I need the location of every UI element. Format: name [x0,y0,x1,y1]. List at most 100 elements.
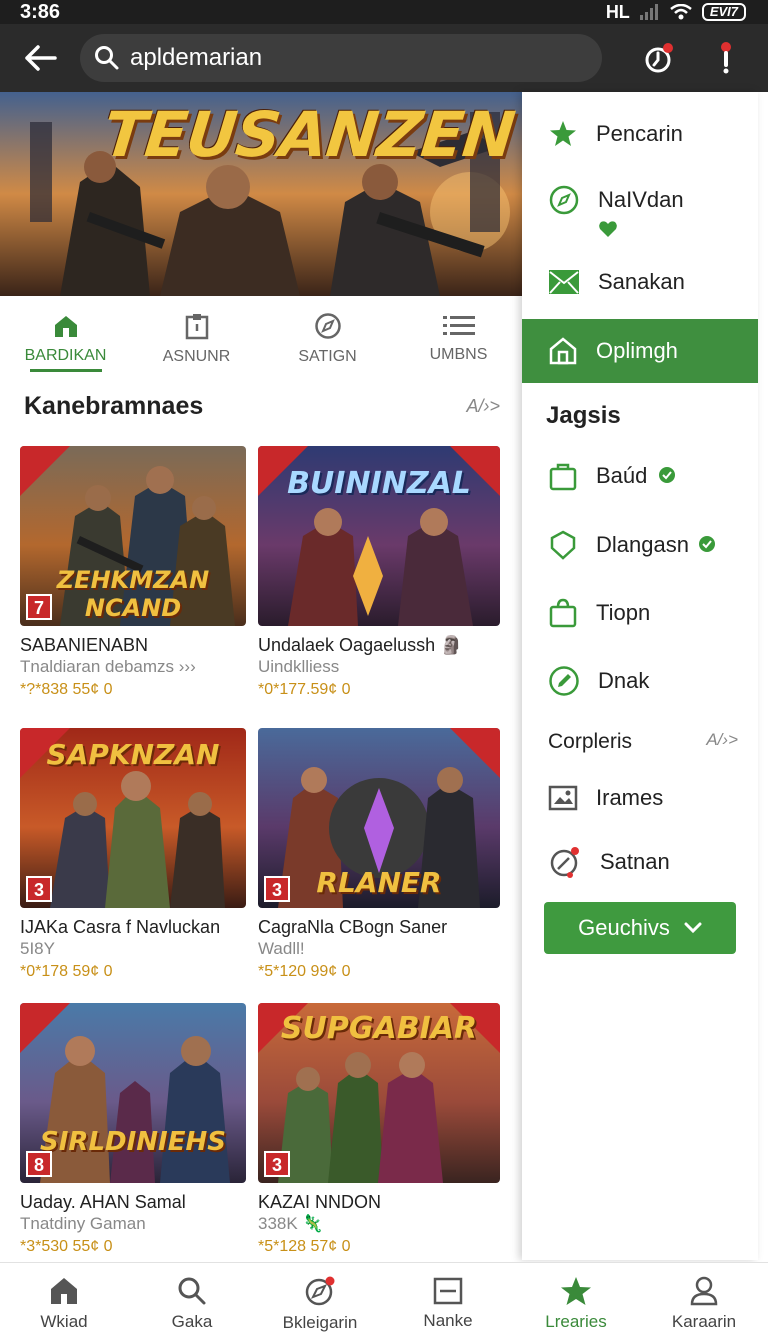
game-thumbnail: SAPKNZAN 3 [20,728,246,908]
signal-bars-icon [639,4,658,20]
home-icon [54,316,77,337]
alert-button[interactable] [706,38,746,78]
home-icon [51,1277,77,1304]
drawer-item-irames[interactable]: Irames [522,776,758,820]
drawer-item-dlangasn[interactable]: Dlangasn [522,523,758,567]
drawer-item-sanakan[interactable]: Sanakan [522,260,758,304]
game-card[interactable]: RLANER 3 CagraNla CBogn Saner Wadll! *5*… [258,728,500,984]
shopping-bag-icon [549,598,577,628]
drawer-item-label: Tiopn [596,600,651,625]
drawer-subsection[interactable]: Corpleris A/›> [548,730,738,754]
drawer-section-heading: Jagsis [546,402,621,429]
compass-icon [549,185,579,215]
game-card[interactable]: SIRLDINIEHS 8 Uaday. AHAN Samal Tnatdiny… [20,1003,246,1259]
nav-wkiad[interactable]: Wkiad [0,1263,128,1344]
rank-badge: 8 [26,1151,52,1177]
side-drawer: Pencarin NaIVdan Sanakan Oplimgh Jagsis … [522,92,758,1260]
heart-badge-icon [599,221,617,237]
nav-label: Wkiad [40,1311,88,1331]
game-art-title: RLANER [316,866,442,899]
game-subtitle: Wadll! [258,939,305,958]
game-rating: *3*530 55¢ 0 [20,1238,113,1255]
tab-label: BARDIKAN [24,347,107,364]
game-card[interactable]: SAPKNZAN 3 IJAKa Casra f Navluckan 5I8Y … [20,728,246,984]
nav-label: Gaka [171,1311,213,1331]
tab-satign[interactable]: SATIGN [262,296,393,382]
game-card[interactable]: SUPGABIAR 3 KAZAI NNDON 338K 🦎 *5*128 57… [258,1003,500,1259]
game-art-title: SAPKNZAN [46,738,220,771]
wifi-icon [670,4,692,20]
nav-karaarin[interactable]: Karaarin [640,1263,768,1344]
game-art-title: ZEHKMZAN NCAND [56,566,210,622]
exclamation-icon [721,42,731,74]
tab-bardikan[interactable]: BARDIKAN [0,296,131,382]
nav-lrearies[interactable]: Lrearies [512,1263,640,1344]
game-subtitle: Tnaldiaran debamzs ››› [20,657,196,676]
game-card[interactable]: BUININZAL Undalaek Oagaelussh 🗿 Uindklli… [258,446,500,702]
game-thumbnail: SUPGABIAR 3 [258,1003,500,1183]
signal-label: HL [605,1,630,22]
drawer-item-nalvdan[interactable]: NaIVdan [522,178,758,222]
game-title: KAZAI NNDON [258,1192,382,1212]
game-rating: *0*178 59¢ 0 [20,963,113,980]
game-subtitle: Tnatdiny Gaman [20,1214,146,1233]
game-thumbnail: SIRLDINIEHS 8 [20,1003,246,1183]
drawer-item-label: Irames [596,785,664,810]
compass-icon [305,1276,335,1305]
nav-gaka[interactable]: Gaka [128,1263,256,1344]
status-time: 3:86 [20,0,61,23]
verified-badge-icon [699,536,715,552]
nav-label: Nanke [423,1310,473,1330]
notifications-button[interactable] [638,38,678,78]
back-button[interactable] [0,24,80,92]
home-icon [549,337,577,365]
drawer-subsection-more: A/›> [706,730,738,749]
drawer-dropdown-button[interactable]: Geuchivs [544,902,736,954]
hero-banner[interactable]: TEUSANZEN [0,92,524,296]
game-title: Undalaek Oagaelussh 🗿 [258,635,463,655]
drawer-item-label: NaIVdan [598,187,684,212]
nav-label: Bkleigarin [282,1312,358,1332]
drawer-item-satnan[interactable]: Satnan [522,840,758,884]
game-title: SABANIENABN [20,635,149,655]
tab-label: SATIGN [298,348,357,365]
search-bar[interactable] [80,34,602,82]
game-title: Uaday. AHAN Samal [20,1192,186,1212]
category-tabs: BARDIKAN ASNUNR SATIGN UMBNS [0,296,524,382]
game-title: CagraNla CBogn Saner [258,917,448,937]
game-card[interactable]: ZEHKMZAN NCAND 7 SABANIENABN Tnaldiaran … [20,446,246,702]
game-thumbnail: RLANER 3 [258,728,500,908]
drawer-subsection-label: Corpleris [548,730,633,753]
search-input[interactable] [130,44,570,72]
drawer-item-oplimgh[interactable]: Oplimgh [522,319,758,383]
hero-title: TEUSANZEN [100,98,518,171]
drawer-item-label: Oplimgh [596,338,678,363]
game-subtitle: 338K 🦎 [258,1214,324,1233]
tab-label: UMBNS [429,346,488,363]
drawer-item-tiopn[interactable]: Tiopn [522,591,758,635]
see-all-link[interactable]: A/›> [466,396,500,417]
bag-icon [549,463,577,491]
clipboard-icon [185,314,208,340]
tab-asnunr[interactable]: ASNUNR [131,296,262,382]
drawer-item-baud[interactable]: Baúd [522,454,758,498]
drawer-item-label: Dnak [598,668,650,693]
nav-nanke[interactable]: Nanke [384,1263,512,1344]
drawer-item-dnak[interactable]: Dnak [522,659,758,703]
rank-badge: 7 [26,594,52,620]
settings-icon [550,847,579,878]
star-icon [550,121,576,146]
ribbon-badge [450,728,500,778]
mail-icon [549,270,579,294]
person-icon [690,1276,718,1305]
rank-badge: 3 [26,876,52,902]
drawer-item-label: Pencarin [596,121,683,146]
search-icon [95,46,119,70]
game-art-title: SUPGABIAR [280,1011,478,1046]
drawer-item-pencarin[interactable]: Pencarin [522,112,758,156]
nav-bkleigarin[interactable]: Bkleigarin [256,1263,384,1344]
tab-umbns[interactable]: UMBNS [393,296,524,382]
rank-badge: 3 [264,876,290,902]
tab-label: ASNUNR [162,348,231,365]
ribbon-badge [20,446,70,496]
